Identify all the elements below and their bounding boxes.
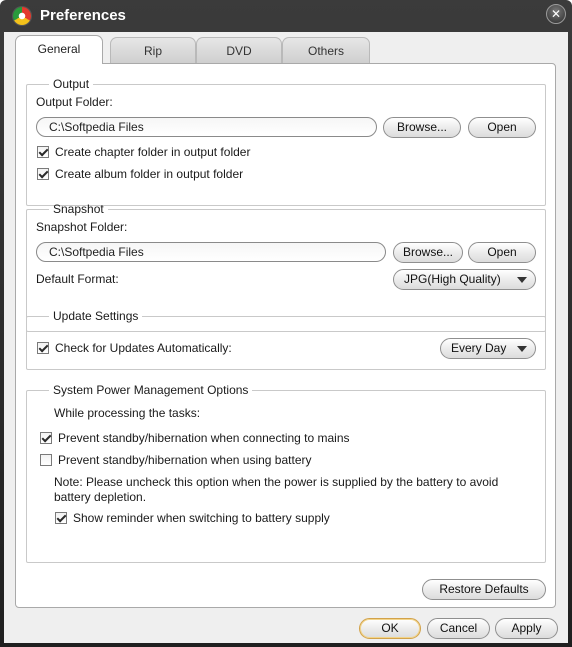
tab-others[interactable]: Others (282, 37, 370, 63)
power-note-line2: battery depletion. (54, 490, 147, 504)
tab-rip[interactable]: Rip (110, 37, 196, 63)
snapshot-browse-button[interactable]: Browse... (393, 242, 463, 263)
update-settings-legend: Update Settings (53, 309, 139, 323)
checkbox-box[interactable] (37, 168, 49, 180)
app-logo-icon (13, 7, 31, 25)
checkbox-box[interactable] (55, 512, 67, 524)
window-title: Preferences (40, 7, 126, 24)
output-open-button[interactable]: Open (468, 117, 536, 138)
tab-dvd[interactable]: DVD (196, 37, 282, 63)
mains-standby-checkbox[interactable]: Prevent standby/hibernation when connect… (40, 431, 350, 445)
battery-standby-label: Prevent standby/hibernation when using b… (58, 453, 312, 467)
checkbox-box[interactable] (40, 432, 52, 444)
snapshot-open-button[interactable]: Open (468, 242, 536, 263)
battery-reminder-label: Show reminder when switching to battery … (73, 511, 330, 525)
snapshot-folder-field[interactable]: C:\Softpedia Files (36, 242, 386, 262)
checkbox-box[interactable] (40, 454, 52, 466)
snapshot-legend: Snapshot (53, 202, 104, 216)
power-management-legend: System Power Management Options (53, 383, 249, 397)
album-folder-label: Create album folder in output folder (55, 167, 244, 181)
power-note-line1: Note: Please uncheck this option when th… (54, 475, 499, 489)
update-frequency-select[interactable]: Every Day (440, 338, 536, 359)
checkbox-box[interactable] (37, 342, 49, 354)
default-format-select[interactable]: JPG(High Quality) (393, 269, 536, 290)
dialog-client: Rip DVD Others General Output Output Fol… (4, 32, 568, 643)
battery-reminder-checkbox[interactable]: Show reminder when switching to battery … (55, 511, 330, 525)
general-panel: Output Output Folder: C:\Softpedia Files… (15, 63, 556, 608)
battery-standby-checkbox[interactable]: Prevent standby/hibernation when using b… (40, 453, 312, 467)
chapter-folder-checkbox[interactable]: Create chapter folder in output folder (37, 145, 250, 159)
cancel-button[interactable]: Cancel (427, 618, 490, 639)
close-icon[interactable]: ✕ (546, 4, 566, 24)
album-folder-checkbox[interactable]: Create album folder in output folder (37, 167, 243, 181)
checkbox-box[interactable] (37, 146, 49, 158)
tab-general[interactable]: General (15, 35, 103, 64)
output-browse-button[interactable]: Browse... (383, 117, 461, 138)
auto-update-checkbox[interactable]: Check for Updates Automatically: (37, 341, 232, 355)
preferences-window: Preferences ✕ Rip DVD Others General Out… (0, 0, 572, 647)
restore-defaults-button[interactable]: Restore Defaults (422, 579, 546, 600)
default-format-label: Default Format: (36, 272, 119, 286)
auto-update-label: Check for Updates Automatically: (55, 341, 232, 355)
title-bar: Preferences ✕ (0, 0, 572, 32)
power-intro-text: While processing the tasks: (54, 406, 201, 420)
apply-button[interactable]: Apply (495, 618, 558, 639)
snapshot-folder-label: Snapshot Folder: (36, 220, 128, 234)
chevron-down-icon (517, 346, 527, 352)
output-legend: Output (53, 77, 90, 91)
output-folder-label: Output Folder: (36, 95, 113, 109)
default-format-value: JPG(High Quality) (404, 272, 501, 286)
chevron-down-icon (517, 277, 527, 283)
mains-standby-label: Prevent standby/hibernation when connect… (58, 431, 350, 445)
ok-button[interactable]: OK (359, 618, 421, 639)
update-frequency-value: Every Day (451, 341, 507, 355)
output-folder-field[interactable]: C:\Softpedia Files (36, 117, 377, 137)
chapter-folder-label: Create chapter folder in output folder (55, 145, 251, 159)
